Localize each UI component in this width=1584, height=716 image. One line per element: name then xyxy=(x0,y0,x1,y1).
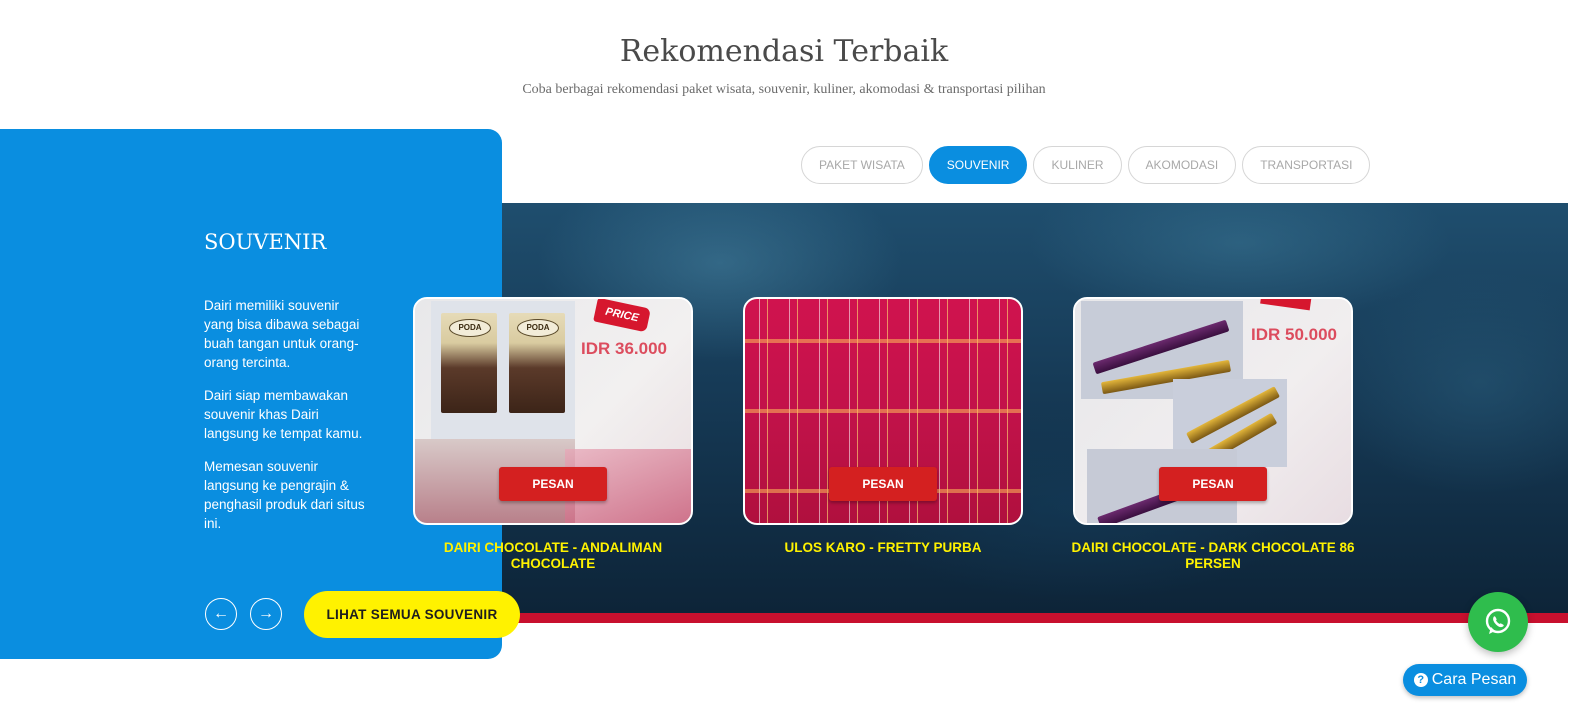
product-name[interactable]: ULOS KARO - FRETTY PURBA xyxy=(733,540,1033,556)
tab-transportasi[interactable]: TRANSPORTASI xyxy=(1242,146,1371,184)
section-subtitle: Coba berbagai rekomendasi paket wisata, … xyxy=(522,82,1046,97)
chocolate-package: PODA xyxy=(509,313,565,413)
order-button[interactable]: PESAN xyxy=(829,467,937,501)
order-button[interactable]: PESAN xyxy=(1159,467,1267,501)
how-to-order-label: Cara Pesan xyxy=(1431,671,1517,688)
carousel-prev-button[interactable]: ← xyxy=(205,598,237,630)
chocolate-package: PODA xyxy=(441,313,497,413)
fabric-stripe xyxy=(745,339,1021,343)
carousel-next-button[interactable]: → xyxy=(250,598,282,630)
whatsapp-icon xyxy=(1485,608,1511,634)
tab-akomodasi[interactable]: AKOMODASI xyxy=(1127,146,1237,184)
fabric-stripe xyxy=(745,409,1021,413)
whatsapp-button[interactable] xyxy=(1468,592,1528,652)
product-name[interactable]: DAIRI CHOCOLATE - ANDALIMAN CHOCOLATE xyxy=(403,540,703,572)
product-name[interactable]: DAIRI CHOCOLATE - DARK CHOCOLATE 86 PERS… xyxy=(1063,540,1363,572)
tab-souvenir[interactable]: SOUVENIR xyxy=(928,146,1028,184)
arrow-left-icon: ← xyxy=(213,605,229,622)
order-button[interactable]: PESAN xyxy=(499,467,607,501)
product-photo: PODA PODA xyxy=(431,301,575,439)
tab-paket-wisata[interactable]: PAKET WISATA xyxy=(801,146,923,184)
decorative-strip xyxy=(440,613,1568,623)
see-all-souvenir-button[interactable]: LIHAT SEMUA SOUVENIR xyxy=(304,591,520,638)
section-title: Rekomendasi Terbaik xyxy=(619,34,949,69)
how-to-order-button[interactable]: ? Cara Pesan xyxy=(1403,664,1527,696)
side-panel-title: SOUVENIR xyxy=(204,230,327,254)
price-label: IDR 50.000 xyxy=(1251,325,1337,344)
product-card[interactable]: IDR 50.000 PESAN xyxy=(1073,297,1353,525)
tab-kuliner[interactable]: KULINER xyxy=(1033,146,1122,184)
description-paragraph: Memesan souvenir langsung ke pengrajin &… xyxy=(204,459,365,531)
category-tabs: PAKET WISATA SOUVENIR KULINER AKOMODASI … xyxy=(801,146,1371,186)
description-paragraph: Dairi memiliki souvenir yang bisa dibawa… xyxy=(204,298,360,370)
product-card[interactable]: PESAN xyxy=(743,297,1023,525)
description-paragraph: Dairi siap membawakan souvenir khas Dair… xyxy=(204,388,363,441)
arrow-right-icon: → xyxy=(258,605,274,622)
side-panel-description: Dairi memiliki souvenir yang bisa dibawa… xyxy=(204,296,369,547)
product-card[interactable]: PODA PODA PRICE IDR 36.000 PESAN xyxy=(413,297,693,525)
price-label: IDR 36.000 xyxy=(581,339,667,358)
question-circle-icon: ? xyxy=(1413,673,1428,687)
